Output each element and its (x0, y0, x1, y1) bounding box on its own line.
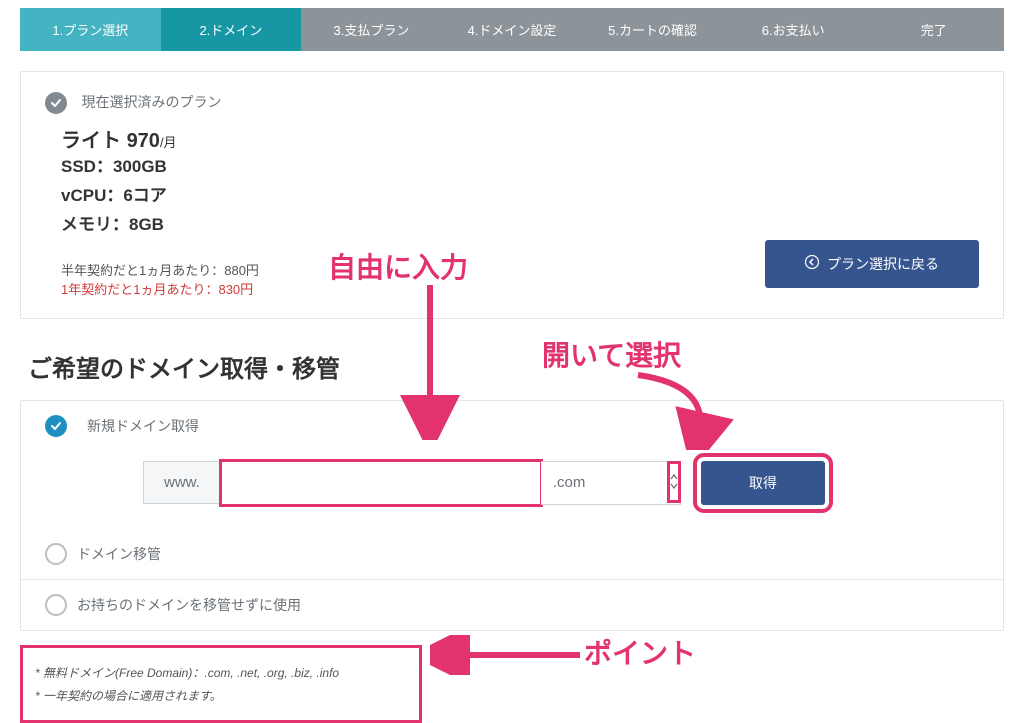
keep-domain-row[interactable]: お持ちのドメインを移管せずに使用 (21, 579, 1003, 630)
arrow-input-icon (400, 280, 460, 440)
arrow-point-icon (430, 635, 590, 675)
radio-transfer[interactable] (45, 543, 67, 565)
selected-plan-card: 現在選択済みのプラン ライト 970/月 SSD：300GB vCPU：6コア … (20, 71, 1004, 319)
step-1[interactable]: 1.プラン選択 (20, 8, 161, 51)
back-to-plan-button[interactable]: プラン選択に戻る (765, 240, 979, 288)
note-line-2: * 一年契約の場合に適用されます。 (35, 687, 407, 704)
domain-section-title: ご希望のドメイン取得・移管 (28, 349, 1004, 384)
tld-value: .com (553, 474, 586, 491)
radio-new-domain[interactable] (45, 415, 67, 437)
free-domain-notes: * 無料ドメイン(Free Domain)：.com, .net, .org, … (20, 645, 422, 723)
check-icon (45, 92, 67, 114)
progress-steps: 1.プラン選択 2.ドメイン 3.支払プラン 4.ドメイン設定 5.カートの確認… (20, 8, 1004, 51)
radio-keep[interactable] (45, 594, 67, 616)
step-4: 4.ドメイン設定 (442, 8, 583, 51)
arrow-select-icon (628, 370, 768, 450)
spec-ssd: SSD：300GB (61, 153, 979, 182)
www-prefix: www. (143, 461, 221, 504)
step-7: 完了 (863, 8, 1004, 51)
annotation-point: ポイント (584, 632, 696, 672)
step-3: 3.支払プラン (301, 8, 442, 51)
arrow-left-icon (805, 255, 819, 272)
domain-search-row: www. .com 取得 (21, 451, 1003, 529)
back-button-label: プラン選択に戻る (827, 254, 939, 274)
keep-label: お持ちのドメインを移管せずに使用 (77, 595, 301, 615)
select-arrows-icon (667, 461, 681, 503)
transfer-label: ドメイン移管 (77, 544, 161, 564)
new-domain-row[interactable]: 新規ドメイン取得 (21, 401, 1003, 451)
new-domain-label: 新規ドメイン取得 (87, 416, 199, 436)
plan-current-label: 現在選択済みのプラン (81, 94, 221, 110)
spec-cpu: vCPU：6コア (61, 182, 979, 211)
note-line-1: * 無料ドメイン(Free Domain)：.com, .net, .org, … (35, 664, 407, 681)
transfer-domain-row[interactable]: ドメイン移管 (21, 529, 1003, 579)
domain-options-block: 新規ドメイン取得 www. .com 取得 ドメイン移管 お持ちのドメインを移管… (20, 400, 1004, 631)
step-5: 5.カートの確認 (582, 8, 723, 51)
tld-select[interactable]: .com (541, 461, 681, 505)
get-domain-button[interactable]: 取得 (701, 461, 825, 505)
step-2[interactable]: 2.ドメイン (161, 8, 302, 51)
step-6: 6.お支払い (723, 8, 864, 51)
spec-memory: メモリ：8GB (61, 211, 979, 240)
plan-name-line: ライト 970/月 (61, 124, 979, 153)
annotation-select: 開いて選択 (542, 334, 681, 374)
domain-name-input[interactable] (221, 461, 541, 505)
